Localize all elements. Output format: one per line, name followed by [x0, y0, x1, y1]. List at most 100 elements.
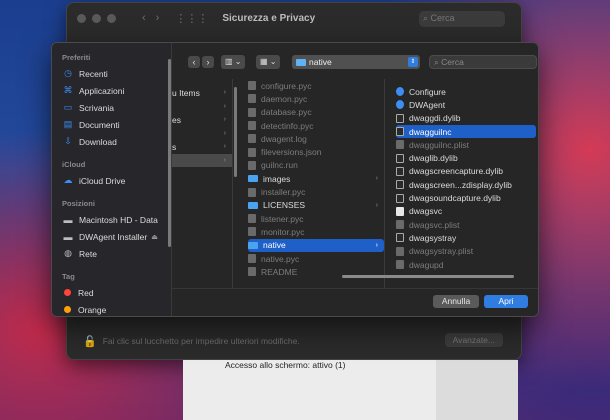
- document-icon: [396, 260, 404, 269]
- minimize-traffic-light[interactable]: [92, 13, 101, 23]
- sidebar-item-recenti[interactable]: ◷ Recenti: [52, 65, 171, 82]
- file-row[interactable]: database.pyc: [248, 106, 384, 119]
- file-row[interactable]: configure.pyc: [248, 79, 384, 92]
- file-row[interactable]: dwagent.log: [248, 132, 384, 145]
- file-name: dwagent.log: [261, 133, 307, 144]
- tag-color-dot-icon: [64, 289, 71, 296]
- sidebar-scrollbar[interactable]: [168, 59, 171, 247]
- file-name: dwaglib.dylib: [409, 153, 458, 164]
- sidebar-item-download[interactable]: ⇩ Download: [52, 133, 171, 150]
- column-divider[interactable]: [232, 79, 233, 299]
- sidebar-item-red[interactable]: Red: [52, 284, 171, 301]
- sidebar-item-label: Download: [79, 136, 117, 147]
- path-popup[interactable]: native ⇕: [292, 55, 420, 69]
- sidebar-item-dwagent-installer[interactable]: ▬ DWAgent Installer ⏏: [52, 228, 171, 245]
- file-row[interactable]: Configure: [396, 85, 536, 98]
- executable-icon: [396, 113, 404, 123]
- horizontal-scrollbar[interactable]: [342, 275, 514, 278]
- column-view-button[interactable]: ▥ ⌄: [221, 55, 246, 69]
- executable-icon: [396, 180, 404, 190]
- file-row[interactable]: installer.pyc: [248, 185, 384, 198]
- lock-text: Fai clic sul lucchetto per impedire ulte…: [102, 336, 300, 346]
- zoom-traffic-light[interactable]: [107, 13, 116, 23]
- sidebar-item-label: Red: [78, 287, 94, 298]
- document-icon: ▤: [63, 119, 73, 129]
- file-row[interactable]: dwaglib.dylib: [396, 151, 536, 164]
- folder-icon: [248, 241, 258, 249]
- file-row[interactable]: native.pyc: [248, 252, 384, 265]
- executable-icon: [396, 127, 404, 137]
- document-icon: [396, 220, 404, 230]
- file-name: DWAgent: [409, 99, 446, 110]
- document-icon: [248, 121, 256, 131]
- file-row[interactable]: images ›: [248, 172, 384, 185]
- back-forward-icon[interactable]: ‹›: [142, 12, 169, 24]
- file-row[interactable]: native ›: [248, 238, 384, 252]
- file-row[interactable]: LICENSES ›: [248, 199, 384, 212]
- file-row[interactable]: dwagscreencapture.dylib: [396, 165, 536, 178]
- file-row[interactable]: dwagscreen...zdisplay.dylib: [396, 178, 536, 191]
- file-row[interactable]: dwagsystray.plist: [396, 245, 536, 258]
- column-divider[interactable]: [384, 79, 385, 299]
- advanced-button[interactable]: Avanzate...: [444, 333, 503, 347]
- background-search-field[interactable]: ⌕ Cerca: [419, 11, 505, 27]
- file-row[interactable]: dwagguilnc.plist: [396, 138, 536, 151]
- column3-scrollbar[interactable]: [538, 87, 539, 257]
- document-icon: [248, 107, 256, 117]
- file-row[interactable]: DWAgent: [396, 98, 536, 111]
- executable-icon: [396, 166, 404, 176]
- sidebar-item-macintosh-hd-data[interactable]: ▬ Macintosh HD - Data: [52, 211, 171, 228]
- file-row[interactable]: fileversions.json: [248, 145, 384, 158]
- file-row[interactable]: detectinfo.pyc: [248, 119, 384, 132]
- file-name: dwaggdi.dylib: [409, 113, 461, 124]
- sidebar-item-documenti[interactable]: ▤ Documenti: [52, 116, 171, 133]
- sidebar-section-header: iCloud: [62, 160, 86, 169]
- show-all-icon[interactable]: ⋮⋮⋮: [175, 12, 208, 25]
- sidebar-item-orange[interactable]: Orange: [52, 301, 171, 316]
- document-icon: [248, 267, 256, 277]
- sidebar-item-icloud-drive[interactable]: ☁ iCloud Drive: [52, 172, 171, 189]
- file-row[interactable]: listener.pyc: [248, 212, 384, 225]
- clock-icon: ◷: [64, 68, 72, 78]
- sidebar: Preferiti ◷ Recenti ⌘ Applicazioni ▭ Scrivania…: [52, 43, 172, 316]
- sidebar-item-rete[interactable]: ◍ Rete: [52, 245, 171, 262]
- close-traffic-light[interactable]: [77, 13, 86, 23]
- document-icon: [396, 206, 404, 216]
- forward-button[interactable]: ›: [202, 56, 214, 68]
- search-input[interactable]: ⌕ Cerca: [429, 55, 537, 69]
- executable-icon: [396, 193, 404, 203]
- file-row[interactable]: dwagsvc.plist: [396, 218, 536, 231]
- list-item[interactable]: ›: [172, 153, 232, 167]
- cancel-button[interactable]: Annulla: [433, 295, 479, 308]
- file-row[interactable]: dwagsystray: [396, 231, 536, 244]
- column1-scrollbar[interactable]: [234, 87, 237, 177]
- disk-icon: ▬: [63, 231, 73, 242]
- sidebar-item-applicazioni[interactable]: ⌘ Applicazioni: [52, 82, 171, 99]
- sidebar-item-label: Scrivania: [79, 102, 114, 113]
- file-name: dwagsvc: [409, 206, 443, 217]
- file-row[interactable]: dwagupd: [396, 258, 536, 271]
- file-row[interactable]: dwagsvc: [396, 205, 536, 218]
- document-icon: [396, 246, 404, 256]
- file-row[interactable]: daemon.pyc: [248, 92, 384, 105]
- eject-icon[interactable]: ⏏: [151, 233, 158, 241]
- back-button[interactable]: ‹: [188, 56, 200, 68]
- list-item[interactable]: ›: [172, 127, 232, 141]
- open-button[interactable]: Apri: [484, 295, 528, 308]
- list-item[interactable]: ›: [172, 100, 232, 114]
- list-item[interactable]: u Items ›: [172, 86, 232, 100]
- chevron-right-icon: ›: [223, 143, 226, 151]
- list-item[interactable]: es ›: [172, 113, 232, 127]
- file-row[interactable]: guilnc.run: [248, 159, 384, 172]
- file-row[interactable]: dwaggdi.dylib: [396, 112, 536, 125]
- lock-icon[interactable]: 🔓: [83, 335, 97, 348]
- file-row[interactable]: monitor.pyc: [248, 225, 384, 238]
- file-row[interactable]: dwagsoundcapture.dylib: [396, 191, 536, 204]
- file-row[interactable]: dwagguilnc: [396, 124, 536, 139]
- desktop-icon: ▭: [63, 102, 73, 112]
- file-name: LICENSES: [263, 200, 306, 211]
- grid-view-button[interactable]: ▦ ⌄: [256, 55, 281, 69]
- document-icon: [248, 214, 256, 224]
- sidebar-item-scrivania[interactable]: ▭ Scrivania: [52, 99, 171, 116]
- list-item[interactable]: s ›: [172, 140, 232, 154]
